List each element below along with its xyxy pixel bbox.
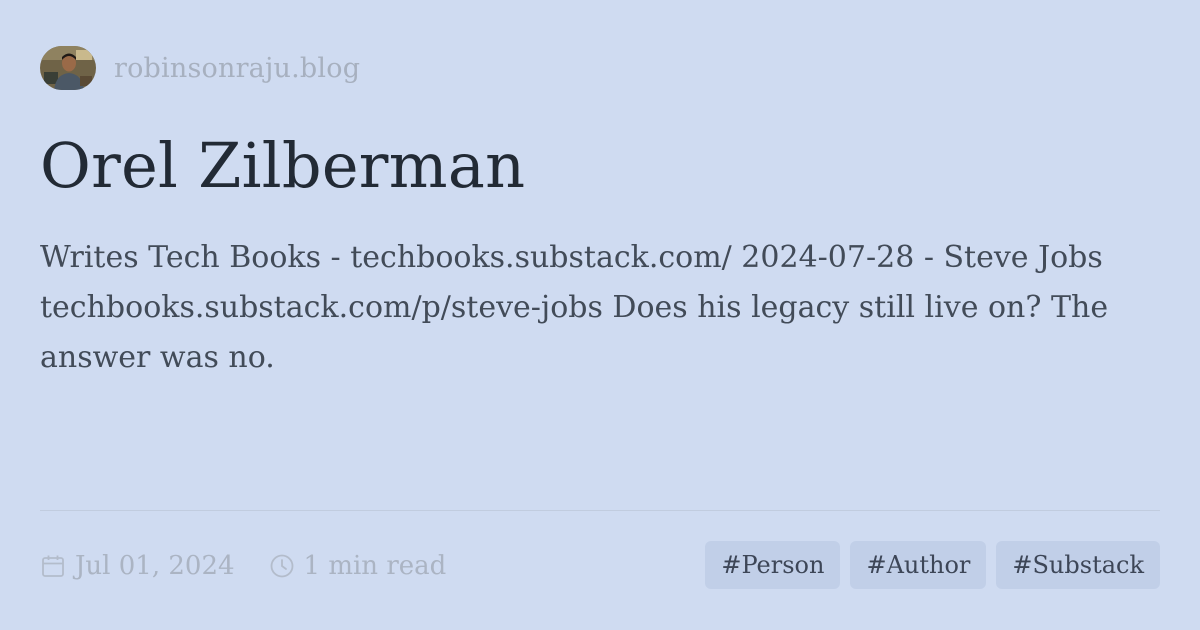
divider — [40, 510, 1160, 511]
read-time: 1 min read — [269, 551, 447, 581]
clock-icon — [269, 553, 295, 579]
page-title: Orel Zilberman — [40, 129, 526, 202]
tag-person[interactable]: #Person — [705, 541, 841, 589]
tag-list: #Person #Author #Substack — [695, 541, 1160, 589]
read-time-text: 1 min read — [303, 551, 447, 581]
calendar-icon — [40, 553, 66, 579]
post-card: robinsonraju.blog Orel Zilberman Writes … — [0, 0, 1200, 630]
avatar — [40, 46, 96, 90]
tag-author[interactable]: #Author — [850, 541, 987, 589]
post-date-text: Jul 01, 2024 — [75, 551, 235, 581]
post-description: Writes Tech Books - techbooks.substack.c… — [40, 240, 1109, 375]
site-name[interactable]: robinsonraju.blog — [114, 53, 360, 84]
profile-photo-icon — [40, 46, 96, 90]
post-date: Jul 01, 2024 — [40, 551, 235, 581]
post-meta: Jul 01, 2024 1 min read — [40, 546, 446, 586]
site-header: robinsonraju.blog — [40, 46, 360, 90]
tag-substack[interactable]: #Substack — [996, 541, 1160, 589]
